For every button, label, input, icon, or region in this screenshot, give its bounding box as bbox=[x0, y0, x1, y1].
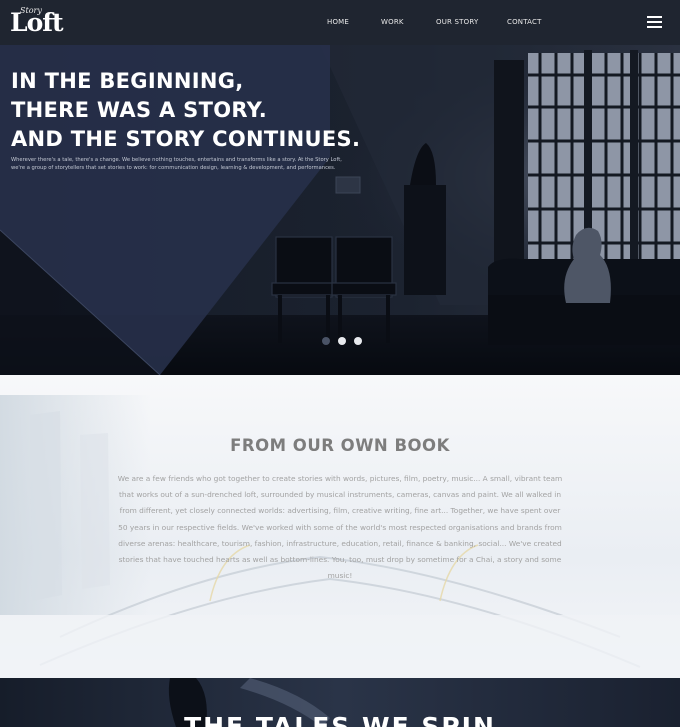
window-panes bbox=[528, 50, 680, 270]
tales-heading: THE TALES WE SPIN bbox=[184, 712, 496, 727]
hero-headline-line-1: IN THE BEGINNING, bbox=[11, 69, 244, 93]
hero-description: Wherever there's a tale, there's a chang… bbox=[11, 157, 342, 171]
about-section: FROM OUR OWN BOOK We are a few friends w… bbox=[0, 375, 680, 678]
nav-item-our-story[interactable]: OUR STORY bbox=[436, 18, 478, 26]
hero-headline: IN THE BEGINNING, THERE WAS A STORY. AND… bbox=[11, 67, 371, 154]
about-heading: FROM OUR OWN BOOK bbox=[230, 436, 450, 455]
nav-item-home[interactable]: HOME bbox=[327, 18, 349, 26]
slider-dot-2[interactable] bbox=[338, 337, 346, 345]
slider-pagination bbox=[322, 337, 362, 345]
slider-dot-1[interactable] bbox=[322, 337, 330, 345]
top-navigation-bar: Story Loft HOME WORK OUR STORY CONTACT bbox=[0, 0, 680, 45]
hero-slider: IN THE BEGINNING, THERE WAS A STORY. AND… bbox=[0, 45, 680, 375]
hero-headline-line-3: AND THE STORY CONTINUES. bbox=[11, 127, 361, 151]
slider-dot-3[interactable] bbox=[354, 337, 362, 345]
nav-menu: HOME WORK OUR STORY CONTACT bbox=[0, 18, 680, 30]
tales-section: THE TALES WE SPIN bbox=[0, 678, 680, 727]
nav-item-work[interactable]: WORK bbox=[381, 18, 404, 26]
about-body-text: We are a few friends who got together to… bbox=[117, 474, 563, 581]
hamburger-menu-icon[interactable] bbox=[647, 16, 662, 28]
nav-item-contact[interactable]: CONTACT bbox=[507, 18, 542, 26]
hero-headline-line-2: THERE WAS A STORY. bbox=[11, 98, 267, 122]
